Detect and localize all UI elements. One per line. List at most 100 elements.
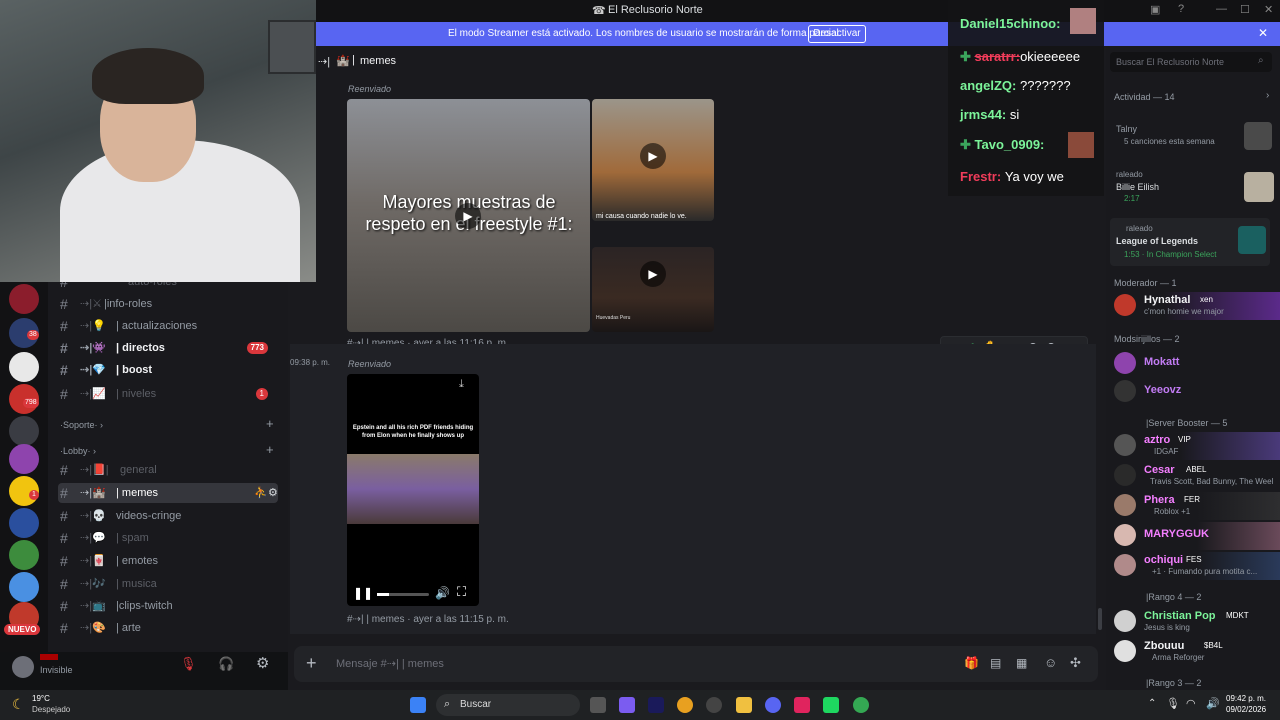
- category-soporte[interactable]: ·Soporte· ›: [60, 420, 103, 430]
- fullscreen-icon[interactable]: ⛶: [457, 584, 466, 600]
- activity-item[interactable]: raleado League of Legends 1:53 · In Cham…: [1110, 218, 1270, 266]
- channel-item[interactable]: # ⇢|⚔ |info-roles: [58, 294, 278, 314]
- webcam-overlay: [0, 0, 316, 282]
- member-item[interactable]: ochiqui FES +1 · Fumando pura motita c...: [1114, 552, 1280, 580]
- user-status: Invisible: [40, 665, 73, 675]
- channel-item[interactable]: # ⇢|💡 | actualizaciones: [58, 316, 278, 336]
- play-icon[interactable]: ▶: [640, 143, 666, 169]
- category-lobby[interactable]: ·Lobby· ›: [60, 446, 96, 456]
- member-item[interactable]: Zbouuu $B4L Arma Reforger: [1114, 638, 1280, 666]
- play-icon[interactable]: ▶: [640, 261, 666, 287]
- search-icon: ⌕: [444, 698, 451, 710]
- activity-item[interactable]: raleado Billie Eilish 2:17: [1114, 170, 1280, 204]
- volume-icon[interactable]: 🔊: [435, 586, 450, 600]
- channel-item-active[interactable]: # ⇢|🏰 | memes ⛹ ⚙: [58, 483, 278, 503]
- scrollbar[interactable]: [1098, 608, 1102, 630]
- channel-item[interactable]: # ⇢|📺 |clips-twitch: [58, 596, 278, 616]
- invite-icon[interactable]: ⛹: [254, 483, 268, 503]
- video-tile[interactable]: ▶ Huevadas Peru: [592, 247, 714, 332]
- wifi-icon[interactable]: ◠: [1186, 697, 1196, 710]
- gear-icon[interactable]: ⚙: [256, 654, 269, 672]
- taskbar-search[interactable]: ⌕ Buscar: [436, 694, 580, 716]
- obs-icon[interactable]: [706, 697, 722, 713]
- member-item[interactable]: Mokatt: [1114, 350, 1280, 378]
- premiere-icon[interactable]: [648, 697, 664, 713]
- help-icon[interactable]: ?: [1178, 3, 1184, 15]
- deafen-icon[interactable]: 🎧: [218, 656, 234, 672]
- channel-item[interactable]: # ⇢|🎶 | musica: [58, 574, 278, 594]
- member-tag: xen: [1200, 295, 1213, 304]
- channel-item[interactable]: # ⇢|🀄 | emotes: [58, 551, 278, 571]
- member-item[interactable]: Yeeovz: [1114, 378, 1280, 406]
- member-item[interactable]: aztro VIP IDGAF: [1114, 432, 1280, 460]
- member-item[interactable]: Cesar ABEL Travis Scott, Bad Bunny, The We…: [1114, 462, 1280, 490]
- video-player[interactable]: ⤓ Epstein and all his rich PDF friends h…: [347, 374, 479, 606]
- windows-start-icon[interactable]: [410, 697, 426, 713]
- pause-icon[interactable]: ❚❚: [353, 586, 373, 600]
- close-icon[interactable]: ✕: [1258, 26, 1268, 40]
- close-window-button[interactable]: ✕: [1264, 3, 1273, 16]
- server-icon[interactable]: [9, 572, 39, 602]
- video-tile[interactable]: Mayores muestras de respeto en el freest…: [347, 99, 590, 332]
- emoji-icon[interactable]: ☺: [1044, 655, 1057, 670]
- clock-time[interactable]: 09:42 p. m.: [1226, 694, 1266, 703]
- copilot-icon[interactable]: [619, 697, 635, 713]
- add-channel-icon[interactable]: +: [266, 442, 274, 457]
- volume-icon[interactable]: 🔊: [1206, 697, 1220, 710]
- add-attachment-icon[interactable]: +: [306, 653, 317, 674]
- member-item[interactable]: MARYGGUK: [1114, 522, 1280, 550]
- channel-item[interactable]: # ⇢|💎 | boost: [58, 360, 278, 380]
- seek-bar[interactable]: [377, 593, 429, 596]
- download-icon[interactable]: ⤓: [459, 378, 464, 391]
- deactivate-button[interactable]: Desactivar: [808, 25, 866, 43]
- mute-mic-icon[interactable]: 🎙: [180, 656, 197, 672]
- minimize-button[interactable]: —: [1216, 3, 1227, 15]
- server-icon[interactable]: 798: [9, 384, 39, 414]
- mic-icon[interactable]: 🎙: [1166, 697, 1180, 710]
- server-icon[interactable]: [9, 444, 39, 474]
- gear-icon[interactable]: ⚙: [268, 483, 278, 503]
- add-channel-icon[interactable]: +: [266, 416, 274, 431]
- message-input[interactable]: Mensaje #⇢| | memes: [336, 657, 444, 670]
- channel-item[interactable]: # ⇢|📕| general: [58, 460, 278, 480]
- video-tile[interactable]: mi causa cuando nadie lo ve. ▶: [592, 99, 714, 221]
- server-icon[interactable]: 1: [9, 476, 39, 506]
- chrome-icon[interactable]: [677, 697, 693, 713]
- server-icon[interactable]: [9, 508, 39, 538]
- chevron-right-icon[interactable]: ›: [1266, 90, 1269, 101]
- gif-icon[interactable]: ▤: [990, 656, 1001, 670]
- music-icon[interactable]: [794, 697, 810, 713]
- server-icon[interactable]: 38: [9, 318, 39, 348]
- activity-item[interactable]: Talny 5 canciones esta semana: [1114, 122, 1280, 150]
- member-item[interactable]: Hynathal xen c'mon homie we major: [1114, 292, 1280, 320]
- server-icon[interactable]: [9, 540, 39, 570]
- emote-image: [1068, 132, 1094, 158]
- gift-icon[interactable]: 🎁: [964, 656, 979, 670]
- channel-item[interactable]: # ⇢|📈 | niveles 1: [58, 384, 278, 404]
- channel-item[interactable]: # ⇢|👾 | directos 773: [58, 338, 278, 358]
- task-view-icon[interactable]: [590, 697, 606, 713]
- maximize-button[interactable]: ☐: [1240, 3, 1250, 16]
- channel-item[interactable]: # ⇢|🎨 | arte: [58, 618, 278, 638]
- member-item[interactable]: Christian Pop MDKT Jesus is king: [1114, 608, 1280, 636]
- discord-icon[interactable]: [765, 697, 781, 713]
- server-icon[interactable]: [9, 352, 39, 382]
- inbox-icon[interactable]: ▣: [1150, 3, 1160, 16]
- server-icon[interactable]: [9, 284, 39, 314]
- weather-temp[interactable]: 19°C: [32, 694, 50, 703]
- server-list: 38 798 1 NUEVO: [0, 280, 48, 690]
- search-input[interactable]: Buscar El Reclusorio Norte ⌕: [1110, 52, 1272, 72]
- channel-item[interactable]: # ⇢|💀 videos-cringe: [58, 506, 278, 526]
- channel-item[interactable]: # ⇢|💬 | spam: [58, 528, 278, 548]
- apps-icon[interactable]: ✣: [1070, 655, 1081, 671]
- member-item[interactable]: Phera FER Roblox +1: [1114, 492, 1280, 520]
- chevron-up-icon[interactable]: ⌃: [1148, 698, 1156, 709]
- sticker-icon[interactable]: ▦: [1016, 656, 1027, 670]
- chrome-alt-icon[interactable]: [853, 697, 869, 713]
- server-icon[interactable]: [9, 416, 39, 446]
- folder-icon[interactable]: [736, 697, 752, 713]
- avatar[interactable]: [12, 656, 34, 678]
- play-icon[interactable]: ▶: [455, 203, 481, 229]
- kick-icon[interactable]: [823, 697, 839, 713]
- message-meta[interactable]: #⇢| | memes · ayer a las 11:15 p. m.: [347, 614, 509, 625]
